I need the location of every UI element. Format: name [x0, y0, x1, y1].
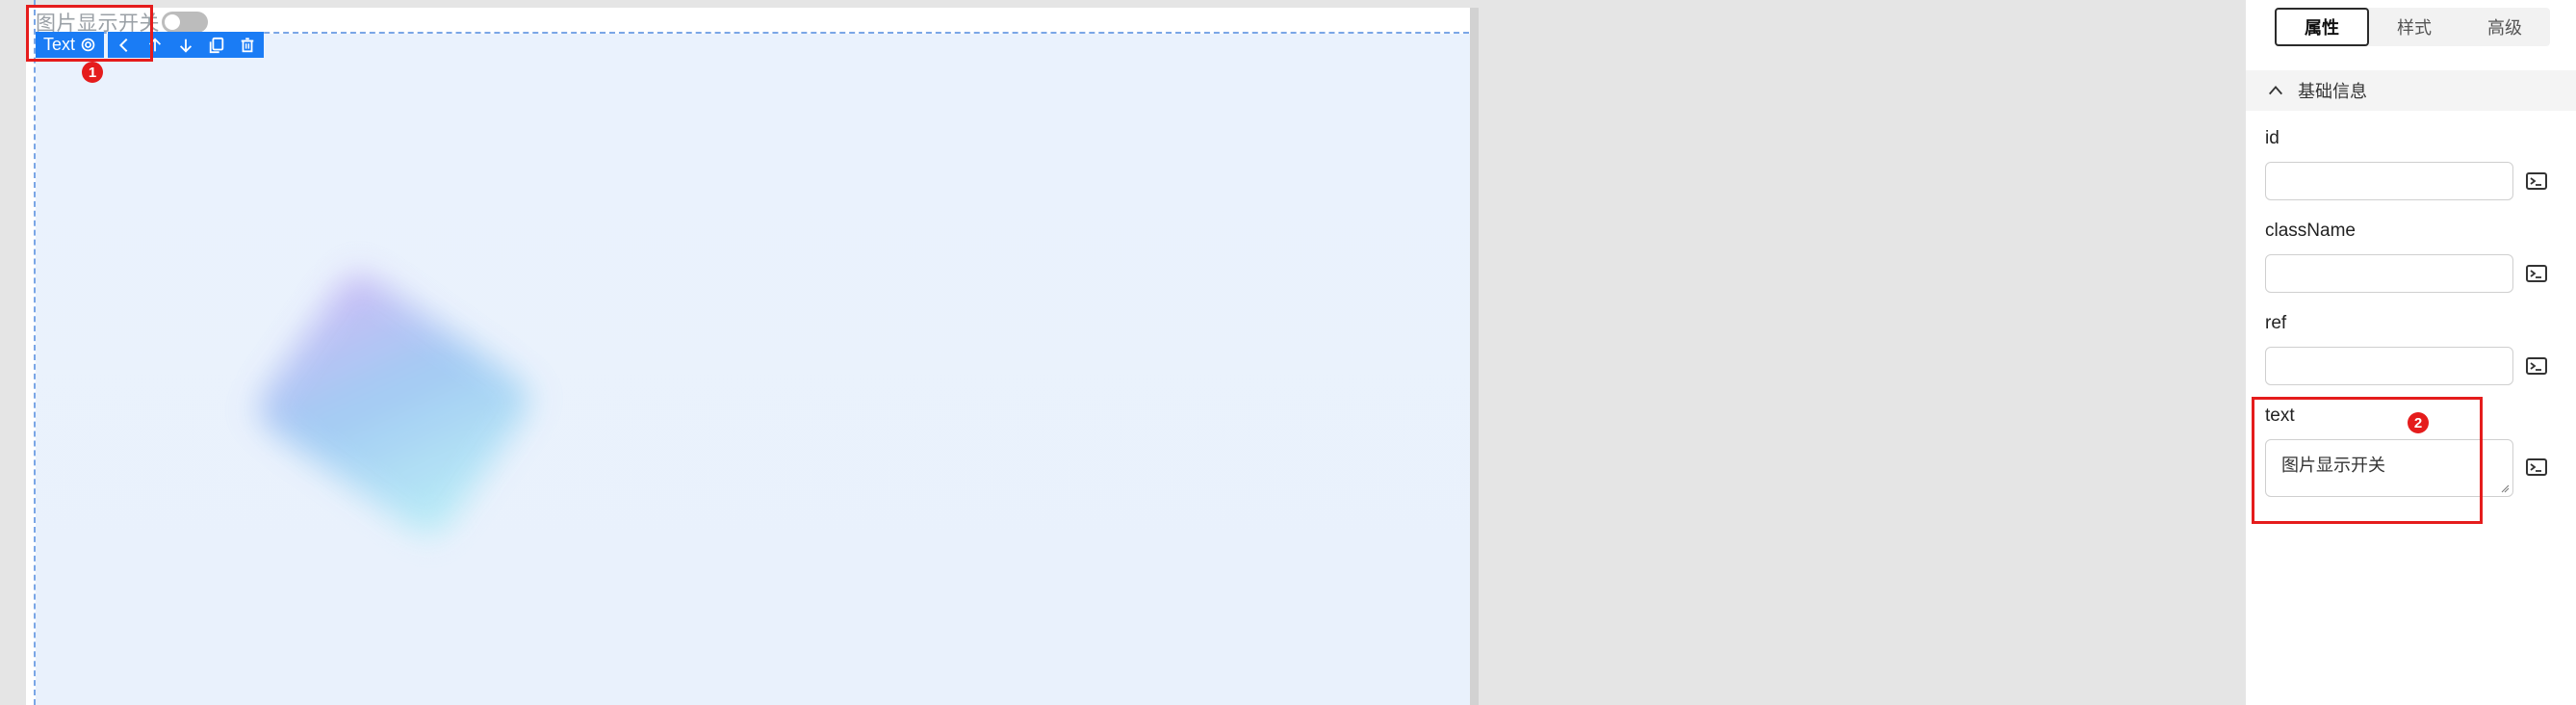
id-input[interactable] — [2265, 162, 2513, 200]
ref-input[interactable] — [2265, 347, 2513, 385]
field-label-classname: className — [2265, 221, 2356, 241]
expression-icon[interactable] — [2526, 172, 2547, 190]
tab-styles[interactable]: 样式 — [2369, 8, 2460, 46]
field-label-ref: ref — [2265, 313, 2287, 333]
expression-icon[interactable] — [2526, 458, 2547, 476]
toggle-switch[interactable] — [162, 12, 208, 33]
tab-properties[interactable]: 属性 — [2275, 8, 2369, 46]
expression-icon[interactable] — [2526, 357, 2547, 375]
properties-panel: 属性 样式 高级 基础信息 id className ref text 图片显示… — [2246, 0, 2576, 705]
classname-input[interactable] — [2265, 254, 2513, 293]
decorative-blur-shape — [248, 264, 540, 545]
canvas-scrollbar[interactable] — [1470, 8, 1479, 705]
expression-icon[interactable] — [2526, 265, 2547, 282]
resize-grip-icon[interactable] — [2500, 483, 2510, 493]
annotation-badge-2: 2 — [2408, 412, 2429, 433]
copy-icon[interactable] — [206, 35, 227, 56]
section-title: 基础信息 — [2298, 82, 2367, 101]
guide-line-vertical — [34, 0, 36, 705]
tab-advanced[interactable]: 高级 — [2460, 8, 2550, 46]
chevron-up-icon — [2269, 86, 2282, 95]
field-label-id: id — [2265, 128, 2280, 148]
canvas-body[interactable] — [36, 34, 1470, 705]
toggle-knob — [165, 14, 180, 30]
section-basic-info[interactable]: 基础信息 — [2246, 70, 2576, 111]
highlight-box-2 — [2252, 397, 2483, 524]
arrow-down-icon[interactable] — [175, 35, 196, 56]
editor-canvas-area: 图片显示开关 Text 1 — [0, 0, 2246, 705]
highlight-box-1 — [26, 5, 153, 62]
trash-icon[interactable] — [237, 35, 258, 56]
annotation-badge-1: 1 — [82, 62, 103, 83]
panel-tabs: 属性 样式 高级 — [2275, 8, 2550, 46]
